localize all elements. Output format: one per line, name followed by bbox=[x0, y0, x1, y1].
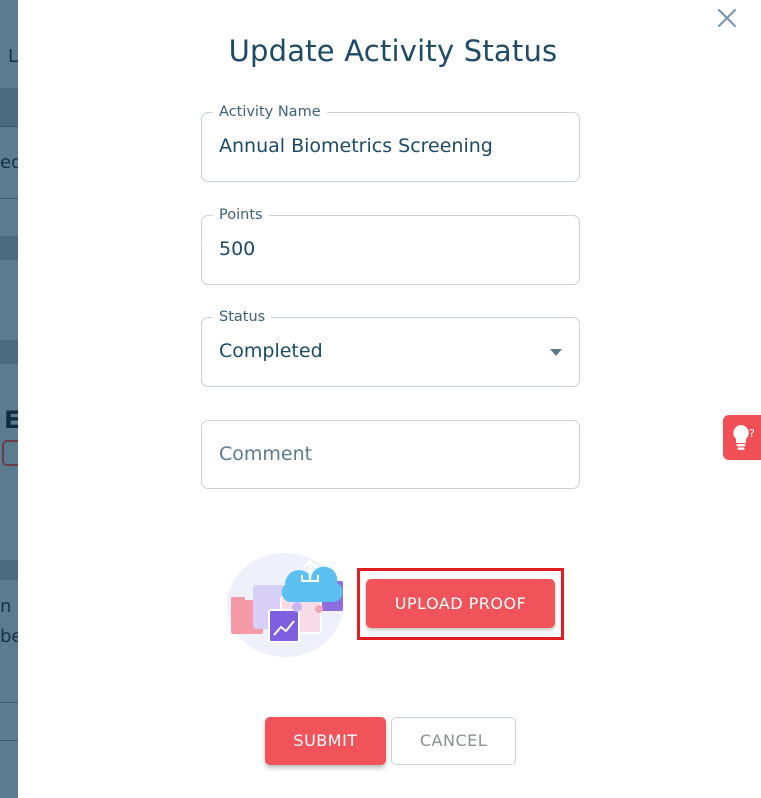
modal-title: Update Activity Status bbox=[228, 34, 558, 68]
background-page: L ed E n c be bbox=[0, 0, 20, 798]
background-band bbox=[0, 340, 20, 364]
points-label: Points bbox=[213, 206, 269, 224]
background-divider bbox=[0, 198, 20, 199]
chevron-down-icon[interactable] bbox=[550, 349, 562, 356]
background-band bbox=[0, 560, 20, 580]
close-icon bbox=[717, 8, 737, 28]
status-select[interactable]: Status Completed bbox=[201, 308, 580, 387]
help-badge: ? bbox=[749, 427, 755, 440]
background-text: n c bbox=[0, 596, 20, 617]
status-value: Completed bbox=[219, 340, 323, 362]
background-divider bbox=[0, 740, 20, 741]
close-button[interactable] bbox=[715, 6, 739, 30]
points-value: 500 bbox=[219, 238, 256, 260]
points-field[interactable]: Points 500 bbox=[201, 206, 580, 285]
lightbulb-icon bbox=[733, 425, 749, 450]
background-text: ed bbox=[0, 152, 20, 173]
background-divider bbox=[0, 126, 20, 127]
background-divider bbox=[0, 702, 20, 703]
comment-field[interactable]: Comment bbox=[201, 420, 580, 489]
cloud-upload-icon bbox=[223, 545, 358, 660]
help-tab[interactable]: ? bbox=[723, 415, 761, 460]
background-text: L bbox=[8, 46, 19, 67]
status-label: Status bbox=[213, 308, 272, 326]
cancel-button[interactable]: CANCEL bbox=[391, 717, 516, 765]
background-band bbox=[0, 88, 20, 126]
comment-placeholder: Comment bbox=[219, 443, 313, 465]
background-text: be bbox=[0, 626, 20, 647]
activity-name-field[interactable]: Activity Name Annual Biometrics Screenin… bbox=[201, 103, 580, 182]
submit-button[interactable]: SUBMIT bbox=[265, 717, 386, 765]
activity-name-label: Activity Name bbox=[213, 103, 327, 121]
upload-proof-button[interactable]: UPLOAD PROOF bbox=[366, 579, 555, 628]
activity-name-value: Annual Biometrics Screening bbox=[219, 135, 493, 157]
background-band bbox=[0, 236, 20, 260]
update-activity-modal: Update Activity Status Activity Name Ann… bbox=[18, 0, 761, 798]
